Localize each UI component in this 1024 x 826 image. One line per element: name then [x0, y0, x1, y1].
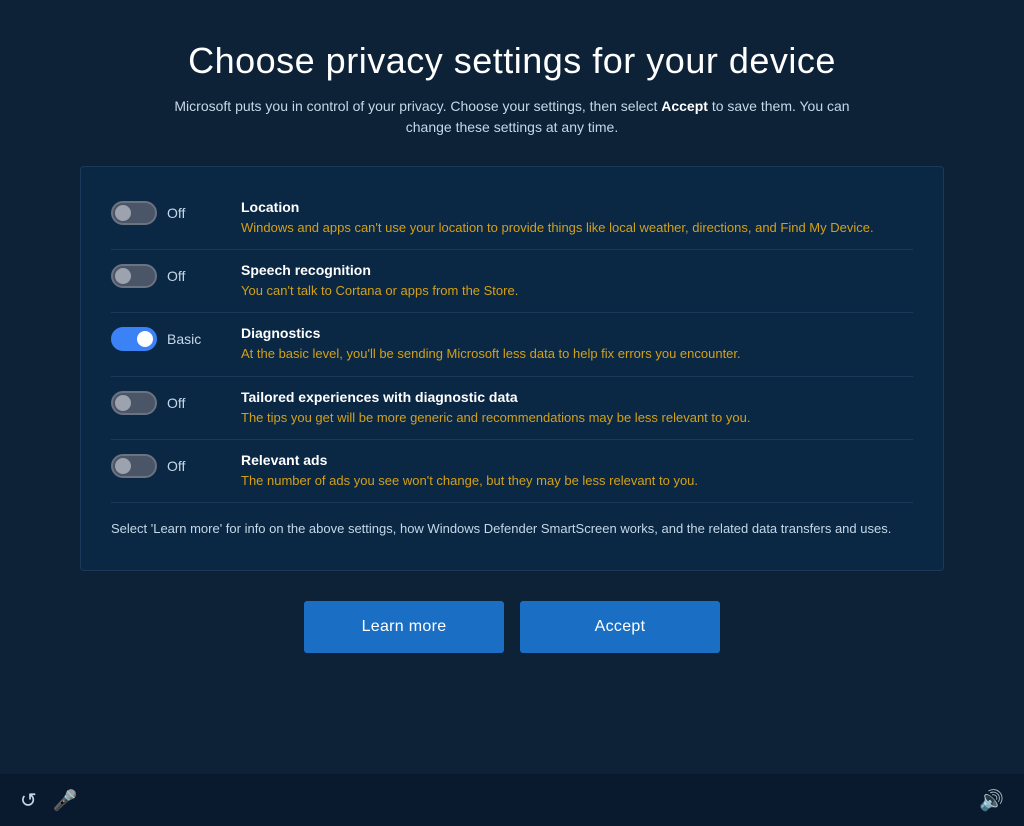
page-subtitle: Microsoft puts you in control of your pr… — [162, 96, 862, 138]
diagnostics-title: Diagnostics — [241, 325, 913, 341]
volume-icon[interactable]: 🔊 — [979, 788, 1004, 813]
ads-content: Relevant ads The number of ads you see w… — [241, 452, 913, 490]
speech-title: Speech recognition — [241, 262, 913, 278]
speech-toggle-area: Off — [111, 262, 221, 288]
page-title: Choose privacy settings for your device — [188, 40, 836, 82]
location-toggle-label: Off — [167, 205, 185, 221]
setting-row-tailored: Off Tailored experiences with diagnostic… — [111, 377, 913, 440]
diagnostics-toggle-label: Basic — [167, 331, 201, 347]
tailored-title: Tailored experiences with diagnostic dat… — [241, 389, 913, 405]
tailored-content: Tailored experiences with diagnostic dat… — [241, 389, 913, 427]
subtitle-bold: Accept — [661, 98, 708, 114]
subtitle-normal: Microsoft puts you in control of your pr… — [174, 98, 661, 114]
location-toggle[interactable] — [111, 201, 157, 225]
ads-toggle-area: Off — [111, 452, 221, 478]
info-row: Select 'Learn more' for info on the abov… — [111, 503, 913, 551]
ads-desc: The number of ads you see won't change, … — [241, 472, 913, 490]
ads-toggle[interactable] — [111, 454, 157, 478]
diagnostics-content: Diagnostics At the basic level, you'll b… — [241, 325, 913, 363]
accept-button[interactable]: Accept — [520, 601, 720, 653]
location-toggle-area: Off — [111, 199, 221, 225]
setting-row-location: Off Location Windows and apps can't use … — [111, 187, 913, 250]
learn-more-button[interactable]: Learn more — [304, 601, 504, 653]
info-text: Select 'Learn more' for info on the abov… — [111, 519, 891, 539]
speech-toggle-label: Off — [167, 268, 185, 284]
speech-desc: You can't talk to Cortana or apps from t… — [241, 282, 913, 300]
setting-row-ads: Off Relevant ads The number of ads you s… — [111, 440, 913, 503]
back-icon[interactable]: ↺ — [20, 788, 37, 813]
location-title: Location — [241, 199, 913, 215]
setting-row-speech: Off Speech recognition You can't talk to… — [111, 250, 913, 313]
location-content: Location Windows and apps can't use your… — [241, 199, 913, 237]
ads-title: Relevant ads — [241, 452, 913, 468]
ads-toggle-label: Off — [167, 458, 185, 474]
taskbar: ↺ 🎤 🔊 — [0, 774, 1024, 826]
location-desc: Windows and apps can't use your location… — [241, 219, 913, 237]
settings-panel: Off Location Windows and apps can't use … — [80, 166, 944, 571]
speech-content: Speech recognition You can't talk to Cor… — [241, 262, 913, 300]
microphone-icon[interactable]: 🎤 — [53, 788, 78, 813]
tailored-toggle-area: Off — [111, 389, 221, 415]
taskbar-right: 🔊 — [979, 788, 1004, 813]
setting-row-diagnostics: Basic Diagnostics At the basic level, yo… — [111, 313, 913, 376]
buttons-row: Learn more Accept — [80, 601, 944, 653]
speech-toggle[interactable] — [111, 264, 157, 288]
taskbar-left: ↺ 🎤 — [20, 788, 979, 813]
diagnostics-toggle[interactable] — [111, 327, 157, 351]
diagnostics-desc: At the basic level, you'll be sending Mi… — [241, 345, 913, 363]
tailored-desc: The tips you get will be more generic an… — [241, 409, 913, 427]
main-container: Choose privacy settings for your device … — [0, 0, 1024, 774]
tailored-toggle-label: Off — [167, 395, 185, 411]
tailored-toggle[interactable] — [111, 391, 157, 415]
diagnostics-toggle-area: Basic — [111, 325, 221, 351]
